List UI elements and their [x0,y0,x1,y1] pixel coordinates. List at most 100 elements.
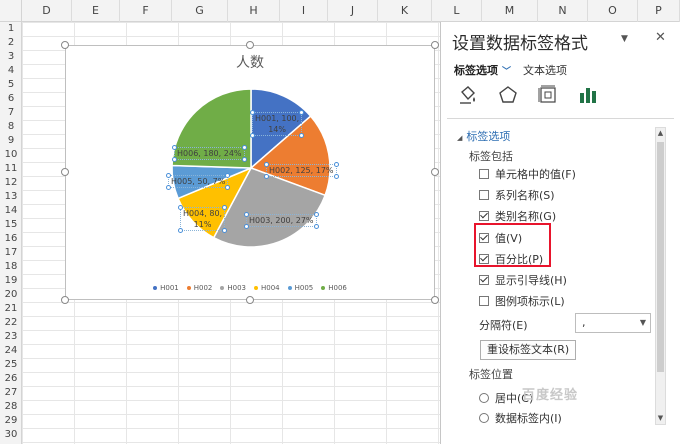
data-label-h004[interactable]: H004, 80, 11% [178,205,228,233]
row-header[interactable]: 7 [0,106,22,120]
size-properties-icon[interactable] [537,84,559,106]
scroll-up-icon[interactable]: ▲ [656,128,665,139]
data-label-h002[interactable]: H002, 125, 17% [264,162,339,179]
label-handle[interactable] [244,224,249,229]
row-header[interactable]: 19 [0,274,22,288]
legend-item-h003[interactable]: H003 [220,284,246,292]
tab-label-options[interactable]: 标签选项 ﹀ [454,62,511,78]
row-header[interactable]: 25 [0,358,22,372]
label-handle[interactable] [264,174,269,179]
pane-scrollbar[interactable]: ▲ ▼ [655,127,666,425]
label-handle[interactable] [241,145,247,150]
column-header[interactable]: F [120,0,172,22]
select-all-corner[interactable] [0,0,22,22]
data-label-h006[interactable]: H006, 180, 24% [172,145,247,162]
radio-inside-end[interactable]: 数据标签内(I) [479,410,562,426]
fill-line-icon[interactable] [457,84,479,106]
row-header[interactable]: 13 [0,190,22,204]
pane-options-dropdown-icon[interactable]: ▼ [621,34,628,44]
checkbox-category-name[interactable]: 类别名称(G) [479,208,556,224]
row-header[interactable]: 3 [0,50,22,64]
row-header[interactable]: 14 [0,204,22,218]
chart-resize-handle[interactable] [431,41,439,49]
row-header[interactable]: 12 [0,176,22,190]
row-header[interactable]: 21 [0,302,22,316]
checkbox[interactable] [479,169,489,179]
row-header[interactable]: 30 [0,428,22,442]
chart-resize-handle[interactable] [61,41,69,49]
effects-pentagon-icon[interactable] [497,84,519,106]
row-header[interactable]: 9 [0,134,22,148]
checkbox[interactable] [479,211,489,221]
row-header[interactable]: 5 [0,78,22,92]
checkbox-cell-value[interactable]: 单元格中的值(F) [479,166,576,182]
column-header[interactable]: H [228,0,280,22]
chart-resize-handle[interactable] [246,296,254,304]
row-header[interactable]: 2 [0,36,22,50]
label-handle[interactable] [172,157,177,162]
label-options-chart-icon[interactable] [577,84,599,106]
chart-legend[interactable]: H001 H002 H003 H004 H005 H006 [66,284,434,292]
row-header[interactable]: 10 [0,148,22,162]
row-header[interactable]: 8 [0,120,22,134]
row-header[interactable]: 20 [0,288,22,302]
data-label-h003[interactable]: H003, 200, 27% [244,212,319,229]
column-header[interactable]: J [328,0,378,22]
row-header[interactable]: 11 [0,162,22,176]
checkbox[interactable] [479,275,489,285]
row-header[interactable]: 15 [0,218,22,232]
scroll-down-icon[interactable]: ▼ [656,413,665,424]
section-label-options[interactable]: ◢ 标签选项 [457,128,510,144]
row-header[interactable]: 23 [0,330,22,344]
radio-button[interactable] [479,393,489,403]
reset-label-text-button[interactable]: 重设标签文本(R) [480,340,577,360]
chart-resize-handle[interactable] [246,41,254,49]
legend-item-h006[interactable]: H006 [321,284,347,292]
label-handle[interactable] [313,224,319,229]
legend-item-h004[interactable]: H004 [254,284,280,292]
column-header[interactable]: P [638,0,680,22]
tab-text-options[interactable]: 文本选项 [523,62,567,78]
row-header[interactable]: 18 [0,260,22,274]
label-handle[interactable] [244,212,249,217]
label-handle[interactable] [313,212,319,217]
column-header[interactable]: G [172,0,228,22]
column-header[interactable]: K [378,0,432,22]
row-header[interactable]: 27 [0,386,22,400]
label-handle[interactable] [166,173,171,178]
label-handle[interactable] [333,174,339,179]
label-handle[interactable] [172,145,177,150]
scrollbar-thumb[interactable] [657,142,664,372]
chart-resize-handle[interactable] [431,168,439,176]
checkbox-series-name[interactable]: 系列名称(S) [479,187,555,203]
pie-chart[interactable]: 人数 H001, 100, 14% H002, 125, 17% H003, 2… [61,41,439,304]
label-handle[interactable] [241,157,247,162]
data-label-h001[interactable]: H001, 100, 14% [250,110,305,138]
row-header[interactable]: 28 [0,400,22,414]
legend-item-h001[interactable]: H001 [153,284,179,292]
row-header[interactable]: 4 [0,64,22,78]
row-header[interactable]: 16 [0,232,22,246]
column-header[interactable]: D [22,0,72,22]
separator-select[interactable]: , ▼ [575,313,651,333]
row-header[interactable]: 1 [0,22,22,36]
label-handle[interactable] [178,205,183,210]
label-handle[interactable] [178,228,183,233]
label-handle[interactable] [250,133,255,138]
label-handle[interactable] [250,110,255,115]
row-header[interactable]: 26 [0,372,22,386]
column-header[interactable]: M [482,0,538,22]
label-handle[interactable] [166,185,171,190]
row-header[interactable]: 6 [0,92,22,106]
checkbox[interactable] [479,190,489,200]
checkbox-show-leader-lines[interactable]: 显示引导线(H) [479,272,567,288]
row-header[interactable]: 17 [0,246,22,260]
column-header[interactable]: E [72,0,120,22]
chart-resize-handle[interactable] [61,168,69,176]
row-header[interactable]: 29 [0,414,22,428]
column-header[interactable]: L [432,0,482,22]
row-header[interactable]: 22 [0,316,22,330]
chart-resize-handle[interactable] [431,296,439,304]
checkbox[interactable] [479,296,489,306]
column-header[interactable]: N [538,0,588,22]
